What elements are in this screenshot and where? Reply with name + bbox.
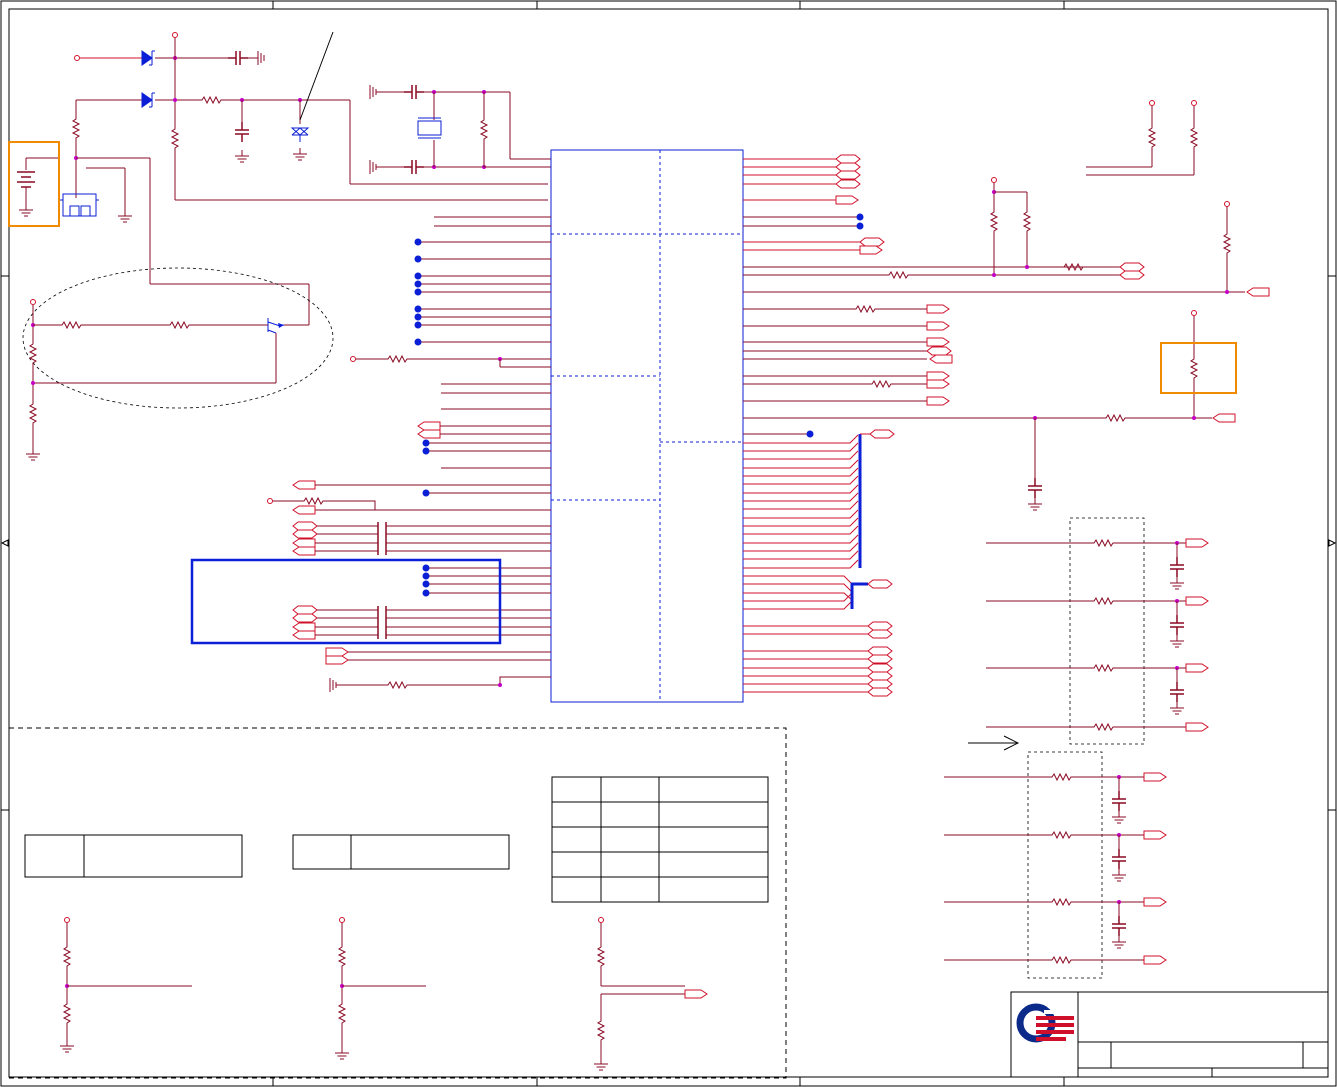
divider-left	[59, 917, 192, 1053]
power-input-section	[8, 31, 548, 325]
pullup-network	[990, 100, 1237, 511]
battery-highlight-box	[8, 141, 60, 227]
ic-left-pins	[267, 216, 551, 692]
crystal-section	[369, 84, 551, 175]
small-table-left	[24, 834, 243, 878]
battery-symbol[interactable]	[17, 158, 35, 217]
transistor-group	[22, 267, 334, 461]
config-table	[551, 776, 769, 903]
crystal-y1[interactable]	[417, 117, 442, 139]
data-bus	[743, 429, 895, 697]
transistor-q1[interactable]	[267, 318, 285, 334]
small-table-right	[292, 834, 510, 870]
diode-d2[interactable]	[141, 92, 155, 108]
ic-right-pins	[743, 154, 1270, 438]
diode-d1[interactable]	[141, 50, 155, 66]
battery-connector[interactable]	[60, 193, 99, 217]
divider-middle	[334, 917, 426, 1060]
bus-group-highlight-box	[190, 558, 502, 645]
title-block	[1010, 991, 1329, 1078]
arrow-pointer	[968, 735, 1020, 751]
rc-filter-group-upper	[986, 517, 1209, 745]
pullup-highlight-box	[1160, 342, 1237, 394]
rc-filter-group-lower	[944, 751, 1167, 979]
diode-zener[interactable]	[291, 127, 309, 136]
schematic-canvas	[0, 0, 1337, 1087]
main-ic[interactable]	[550, 149, 744, 703]
config-area	[8, 727, 787, 1079]
divider-right	[593, 917, 708, 1071]
diode-zener[interactable]	[290, 127, 310, 142]
